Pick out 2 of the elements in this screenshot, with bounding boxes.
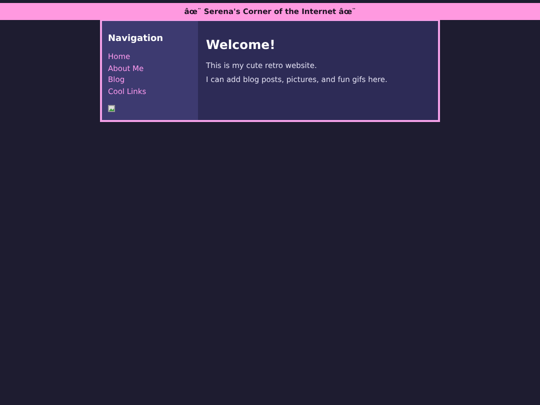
sidebar-heading: Navigation bbox=[108, 34, 164, 44]
page-heading: Welcome! bbox=[206, 37, 276, 52]
